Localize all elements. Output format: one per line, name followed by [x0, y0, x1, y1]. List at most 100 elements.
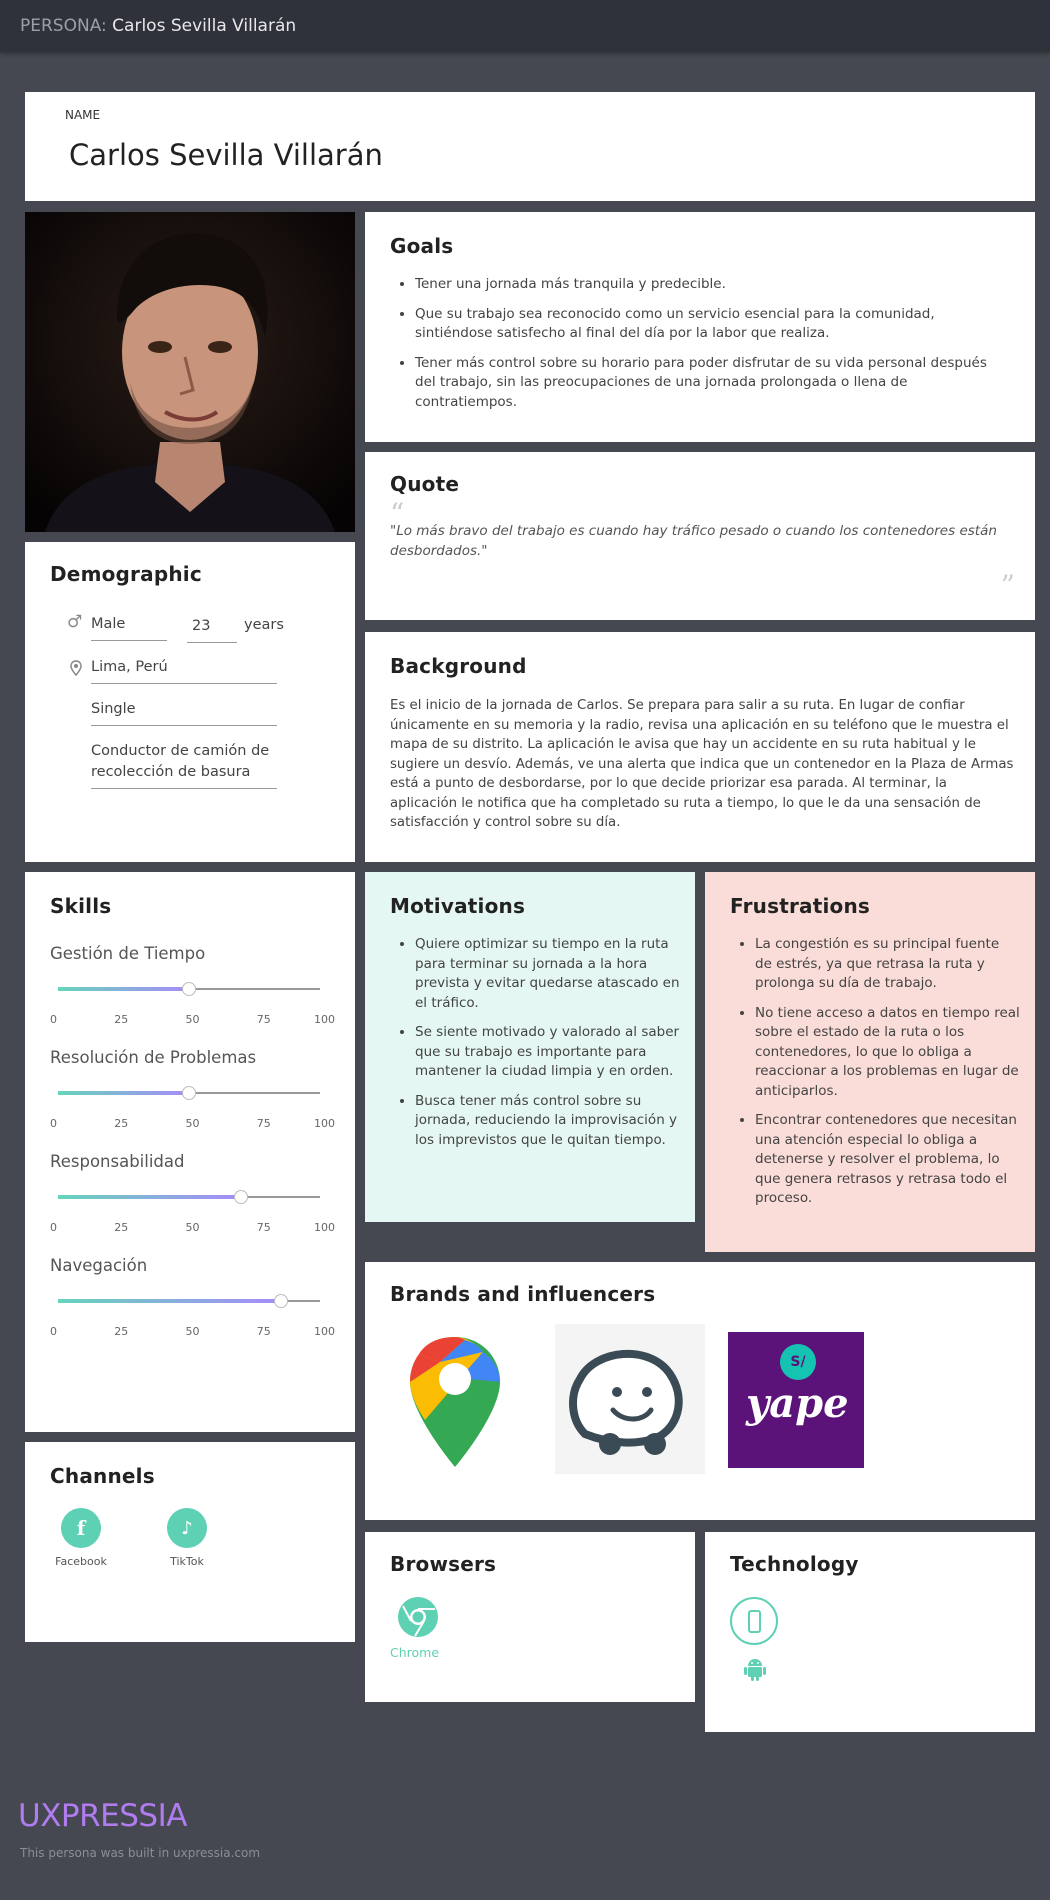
skill-slider [58, 1086, 320, 1100]
motivations-title: Motivations [390, 894, 526, 918]
tick-label: 100 [314, 1117, 335, 1130]
goal-item: Tener una jornada más tranquila y predec… [415, 275, 1010, 295]
browsers-title: Browsers [390, 1552, 497, 1576]
skill-ticks: 0 25 50 75 100 [50, 1325, 335, 1339]
tick-label: 25 [114, 1117, 129, 1130]
channel-tiktok: ♪ TikTok [147, 1508, 227, 1568]
name-card: NAME Carlos Sevilla Villarán [25, 92, 1035, 201]
yape-logo: S/ yape [728, 1332, 864, 1468]
google-maps-logo [410, 1337, 500, 1467]
skills-title: Skills [50, 894, 112, 918]
skill-knob [274, 1294, 288, 1308]
uxpressia-logo[interactable]: UXPRESSIA [18, 1798, 187, 1834]
tick-label: 0 [50, 1325, 57, 1338]
brands-card: Brands and influencers S/ yape [365, 1262, 1035, 1520]
channels-card: Channels f Facebook ♪ TikTok [25, 1442, 355, 1642]
skill-ticks: 0 25 50 75 100 [50, 1221, 335, 1235]
tick-label: 100 [314, 1221, 335, 1234]
skill-ticks: 0 25 50 75 100 [50, 1013, 335, 1027]
channels-title: Channels [50, 1464, 155, 1488]
channel-label: Facebook [55, 1555, 107, 1568]
age-unit: years [244, 617, 284, 633]
channel-label: TikTok [170, 1555, 204, 1568]
brands-title: Brands and influencers [390, 1282, 656, 1306]
frustration-item: Encontrar contenedores que necesitan una… [755, 1111, 1020, 1209]
skill-knob [234, 1190, 248, 1204]
goals-list: Tener una jornada más tranquila y predec… [390, 275, 1010, 422]
frustration-item: La congestión es su principal fuente de … [755, 935, 1020, 994]
quote-card: Quote “ "Lo más bravo del trabajo es cua… [365, 452, 1035, 620]
tick-label: 25 [114, 1013, 129, 1026]
status-field: Single [91, 699, 277, 726]
yape-badge: S/ [780, 1344, 816, 1380]
skill-ticks: 0 25 50 75 100 [50, 1117, 335, 1131]
tick-label: 0 [50, 1117, 57, 1130]
tick-label: 50 [185, 1221, 200, 1234]
technology-title: Technology [730, 1552, 859, 1576]
tick-label: 50 [185, 1117, 200, 1130]
quote-text: "Lo más bravo del trabajo es cuando hay … [390, 523, 997, 559]
frustration-item: No tiene acceso a datos en tiempo real s… [755, 1004, 1020, 1102]
close-quote-icon: ” [1000, 569, 1015, 602]
frustrations-card: Frustrations La congestión es su princip… [705, 872, 1035, 1252]
persona-prefix: PERSONA: [20, 16, 107, 36]
skill-fill [58, 1299, 281, 1303]
tick-label: 25 [114, 1325, 129, 1338]
technology-card: Technology [705, 1532, 1035, 1732]
motivation-item: Se siente motivado y valorado al saber q… [415, 1023, 680, 1082]
background-title: Background [390, 654, 527, 678]
gender-field: Male [91, 614, 167, 641]
facebook-icon: f [61, 1508, 101, 1548]
tick-label: 75 [256, 1013, 271, 1026]
android-icon [744, 1659, 766, 1681]
frustrations-list: La congestión es su principal fuente de … [730, 935, 1020, 1219]
tick-label: 25 [114, 1221, 129, 1234]
goals-card: Goals Tener una jornada más tranquila y … [365, 212, 1035, 442]
footer-note: This persona was built in uxpressia.com [20, 1846, 261, 1860]
yape-wordmark: yape [746, 1380, 849, 1427]
skill-slider [58, 1190, 320, 1204]
background-card: Background Es el inicio de la jornada de… [365, 632, 1035, 862]
tick-label: 100 [314, 1013, 335, 1026]
motivations-card: Motivations Quiere optimizar su tiempo e… [365, 872, 695, 1222]
age-field: 23 [187, 616, 237, 643]
browser-label: Chrome [390, 1645, 440, 1660]
waze-logo [555, 1324, 705, 1474]
tick-label: 75 [256, 1221, 271, 1234]
skill-name: Resolución de Problemas [50, 1048, 257, 1067]
goal-item: Tener más control sobre su horario para … [415, 354, 1010, 413]
demographic-title: Demographic [50, 562, 202, 586]
motivation-item: Busca tener más control sobre su jornada… [415, 1092, 680, 1151]
skill-fill [58, 987, 189, 991]
skills-card: Skills Gestión de Tiempo 0 25 50 75 100 Reso… [25, 872, 355, 1432]
chrome-icon [398, 1597, 438, 1637]
tiktok-icon: ♪ [167, 1508, 207, 1548]
top-bar: PERSONA: Carlos Sevilla Villarán [0, 0, 1050, 52]
skill-name: Gestión de Tiempo [50, 944, 206, 963]
avatar-illustration [25, 212, 355, 532]
goals-title: Goals [390, 234, 454, 258]
top-bar-title: PERSONA: Carlos Sevilla Villarán [20, 16, 296, 36]
quote-title: Quote [390, 472, 460, 496]
name-value: Carlos Sevilla Villarán [69, 138, 383, 172]
channel-facebook: f Facebook [41, 1508, 121, 1568]
demographic-card: Demographic ♂ Male 23 years Lima, Perú S… [25, 542, 355, 862]
skill-fill [58, 1091, 189, 1095]
tick-label: 75 [256, 1325, 271, 1338]
browsers-card: Browsers Chrome [365, 1532, 695, 1702]
skill-slider [58, 1294, 320, 1308]
skill-knob [182, 982, 196, 996]
tick-label: 50 [185, 1013, 200, 1026]
skill-knob [182, 1086, 196, 1100]
tick-label: 0 [50, 1221, 57, 1234]
skill-fill [58, 1195, 241, 1199]
frustrations-title: Frustrations [730, 894, 871, 918]
location-pin-icon [70, 660, 82, 676]
background-text: Es el inicio de la jornada de Carlos. Se… [390, 698, 1014, 830]
motivations-list: Quiere optimizar su tiempo en la ruta pa… [390, 935, 680, 1160]
tick-label: 100 [314, 1325, 335, 1338]
persona-name: Carlos Sevilla Villarán [112, 16, 297, 36]
goal-item: Que su trabajo sea reconocido como un se… [415, 305, 1010, 344]
motivation-item: Quiere optimizar su tiempo en la ruta pa… [415, 935, 680, 1013]
avatar-photo [25, 212, 355, 532]
